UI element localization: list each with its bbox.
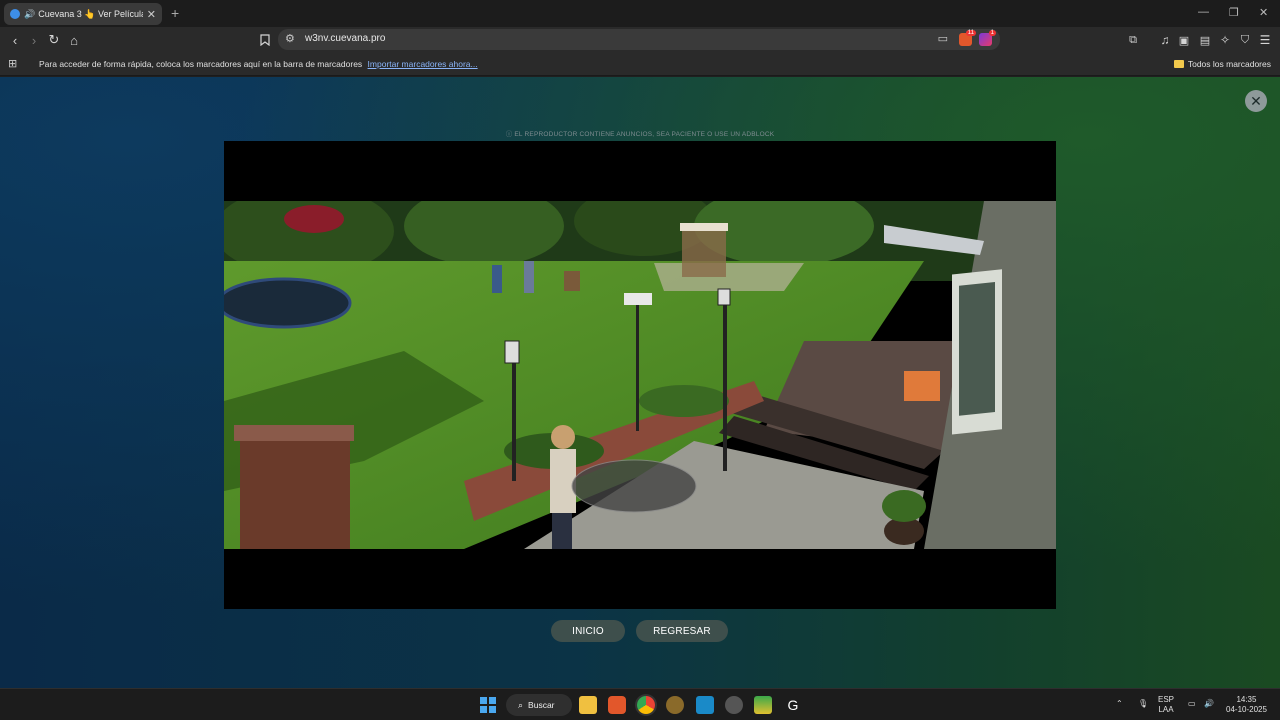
language-indicator[interactable]: ESP LAA <box>1158 695 1174 715</box>
steam-icon[interactable] <box>725 696 743 714</box>
vpn-shield-icon[interactable]: ⛉ <box>1236 31 1254 49</box>
warcraft-icon[interactable] <box>666 696 684 714</box>
bookmarks-message: Para acceder de forma rápida, coloca los… <box>39 59 478 69</box>
microphone-icon[interactable]: 🎙 <box>1138 699 1148 709</box>
ad-notice: ⓘ EL REPRODUCTOR CONTIENE ANUNCIOS, SEA … <box>505 131 775 138</box>
clock-time: 14:35 <box>1236 695 1257 704</box>
screenshot-icon[interactable]: ⧉ <box>1124 31 1142 49</box>
reload-icon[interactable]: ↻ <box>45 31 63 49</box>
back-button[interactable]: REGRESAR <box>636 620 728 642</box>
home-icon[interactable]: ⌂ <box>65 31 83 49</box>
taskbar-search[interactable]: ⌕ Buscar <box>506 694 572 716</box>
bookmark-icon[interactable] <box>256 31 274 49</box>
address-bar[interactable]: ⚙ w3nv.cuevana.pro ▭ 11 1 <box>278 29 1000 50</box>
mail-icon[interactable] <box>696 696 714 714</box>
site-info-icon[interactable]: ⚙ <box>285 32 295 45</box>
backyard-scene-image <box>224 201 1056 549</box>
rewards-count-badge: 1 <box>988 30 996 36</box>
cast-icon[interactable]: ▭ <box>938 32 948 45</box>
chrome-icon[interactable] <box>637 696 655 714</box>
back-arrow-icon[interactable]: ‹ <box>6 31 24 49</box>
windows-taskbar: ⌕ Buscar G ⌃ 🎙 ESP LAA ▭ 🔊 14:35 04-10-2… <box>0 688 1280 720</box>
brave-browser-icon[interactable] <box>608 696 626 714</box>
clock[interactable]: 14:35 04-10-2025 <box>1226 695 1267 715</box>
browser-tab[interactable]: 🔊 Cuevana 3 👆 Ver Películas o ✕ <box>4 3 162 25</box>
page-viewport: ✕ ⓘ EL REPRODUCTOR CONTIENE ANUNCIOS, SE… <box>0 77 1280 688</box>
close-player-button[interactable]: ✕ <box>1245 90 1267 112</box>
wallet-icon[interactable]: ▤ <box>1196 31 1214 49</box>
language-code: ESP <box>1158 695 1175 704</box>
all-bookmarks-button[interactable]: Todos los marcadores <box>1173 59 1271 69</box>
forward-arrow-icon[interactable]: › <box>25 31 43 49</box>
url-text[interactable]: w3nv.cuevana.pro <box>305 33 385 44</box>
new-tab-button[interactable]: + <box>171 5 179 21</box>
import-bookmarks-link[interactable]: Importar marcadores ahora... <box>368 59 478 69</box>
home-button[interactable]: INICIO <box>551 620 625 642</box>
tab-title: Cuevana 3 👆 Ver Películas o <box>38 8 143 19</box>
bookmarks-hint-text: Para acceder de forma rápida, coloca los… <box>39 59 363 69</box>
browser-toolbar: ‹ › ↻ ⌂ ⚙ w3nv.cuevana.pro ▭ 11 1 ⧉ ♫ ▣ … <box>0 27 1280 52</box>
network-icon[interactable]: ▭ <box>1188 699 1196 709</box>
brave-shield-icon[interactable]: 11 <box>959 30 976 46</box>
all-bookmarks-label: Todos los marcadores <box>1187 59 1271 69</box>
window-close-icon[interactable]: ✕ <box>1259 6 1268 19</box>
sidebar-icon[interactable]: ▣ <box>1175 31 1193 49</box>
tab-strip: 🔊 Cuevana 3 👆 Ver Películas o ✕ + — ❐ ✕ <box>0 0 1280 27</box>
keyboard-layout: LAA <box>1158 705 1174 714</box>
rewards-icon[interactable]: 1 <box>979 30 996 46</box>
video-frame[interactable] <box>224 201 1056 549</box>
navigation-actions: INICIO REGRESAR <box>0 620 1280 642</box>
speaker-icon[interactable]: 🔊 <box>24 9 35 20</box>
shield-count-badge: 11 <box>965 30 976 36</box>
volume-icon[interactable]: 🔊 <box>1204 699 1214 709</box>
close-tab-icon[interactable]: ✕ <box>147 8 156 21</box>
search-icon: ⌕ <box>518 699 524 710</box>
apps-grid-icon[interactable]: ⊞ <box>8 57 17 70</box>
video-player[interactable] <box>224 141 1056 609</box>
file-explorer-icon[interactable] <box>579 696 597 714</box>
chevron-up-icon[interactable]: ⌃ <box>1116 699 1123 709</box>
app-icon[interactable] <box>754 696 772 714</box>
g-hub-icon[interactable]: G <box>784 696 802 714</box>
bookmarks-bar: ⊞ Para acceder de forma rápida, coloca l… <box>0 52 1280 76</box>
search-label: Buscar <box>528 700 555 710</box>
minimize-icon[interactable]: — <box>1198 6 1209 18</box>
start-windows-icon[interactable] <box>479 696 497 714</box>
menu-icon[interactable]: ☰ <box>1256 31 1274 49</box>
folder-icon <box>1173 60 1184 68</box>
clock-date: 04-10-2025 <box>1226 705 1267 714</box>
restore-icon[interactable]: ❐ <box>1229 6 1239 19</box>
leo-ai-icon[interactable]: ✧ <box>1216 31 1234 49</box>
site-favicon-icon <box>10 9 20 19</box>
music-icon[interactable]: ♫ <box>1156 31 1174 49</box>
